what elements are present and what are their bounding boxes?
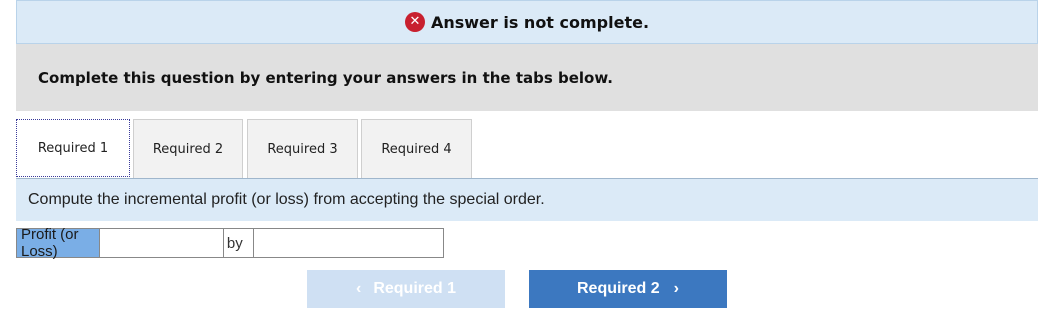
tab-required-1[interactable]: Required 1 [16, 119, 130, 177]
instructions-text: Complete this question by entering your … [38, 68, 613, 87]
tab-label: Required 3 [267, 141, 338, 157]
by-label: by [224, 229, 254, 257]
tab-required-3[interactable]: Required 3 [247, 119, 358, 178]
next-required-button[interactable]: Required 2 › [529, 270, 727, 308]
question-prompt: Compute the incremental profit (or loss)… [16, 179, 1038, 221]
answer-status-banner: ✕ Answer is not complete. [16, 0, 1038, 44]
previous-required-button[interactable]: ‹ Required 1 [307, 270, 505, 308]
previous-required-label: Required 1 [373, 280, 456, 297]
chevron-right-icon: › [673, 280, 679, 297]
profit-loss-label: Profit (or Loss) [17, 226, 100, 260]
tab-required-2[interactable]: Required 2 [133, 119, 243, 178]
profit-loss-select-field[interactable] [99, 229, 224, 257]
error-x-icon: ✕ [404, 12, 425, 32]
tab-required-4[interactable]: Required 4 [361, 119, 472, 178]
tab-label: Required 2 [152, 141, 224, 157]
answer-row: Profit (or Loss) by [16, 226, 444, 260]
chevron-left-icon: ‹ [355, 280, 362, 297]
tab-label: Required 1 [37, 140, 109, 156]
tab-label: Required 4 [381, 141, 452, 157]
next-required-label: Required 2 [576, 280, 660, 297]
question-prompt-text: Compute the incremental profit (or loss)… [28, 191, 545, 208]
answer-status-text: Answer is not complete. [430, 12, 650, 32]
instructions-panel: Complete this question by entering your … [16, 44, 1038, 111]
amount-input[interactable] [254, 229, 443, 257]
